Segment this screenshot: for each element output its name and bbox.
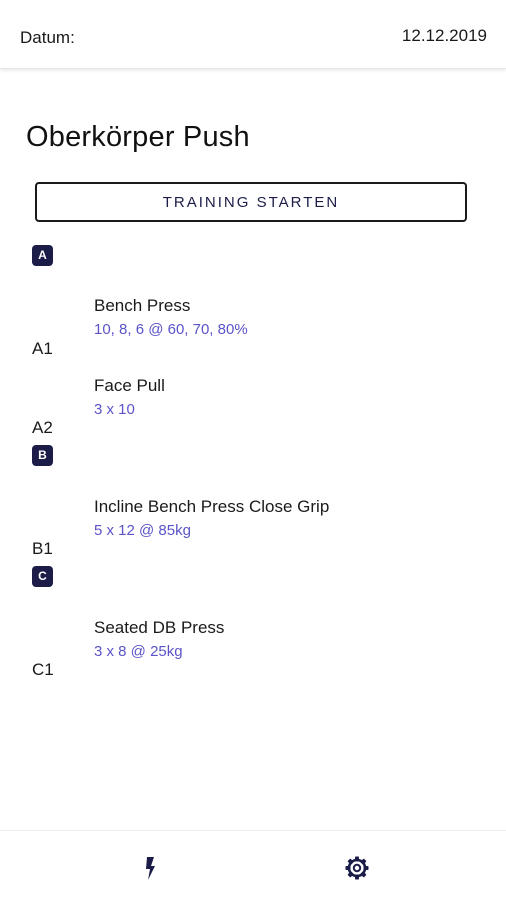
exercise-code-a2: A2	[32, 418, 53, 437]
group-badge-c: C	[32, 566, 53, 587]
exercise-name-a1[interactable]: Bench Press	[94, 296, 190, 316]
exercise-scheme-a1: 10, 8, 6 @ 60, 70, 80%	[94, 321, 248, 338]
exercise-name-a2[interactable]: Face Pull	[94, 376, 165, 396]
workout-title: Oberkörper Push	[26, 121, 250, 153]
group-badge-b: B	[32, 445, 53, 466]
start-training-button[interactable]: TRAINING STARTEN	[35, 182, 467, 222]
date-value[interactable]: 12.12.2019	[402, 26, 487, 46]
workout-screen: Datum: 12.12.2019 Oberkörper Push TRAINI…	[0, 0, 506, 900]
bottom-nav	[0, 830, 506, 900]
exercise-scheme-a2: 3 x 10	[94, 401, 135, 418]
lightning-icon[interactable]	[137, 855, 163, 881]
date-header: Datum: 12.12.2019	[0, 0, 506, 69]
date-label: Datum:	[20, 28, 75, 47]
exercise-code-b1: B1	[32, 539, 53, 558]
exercise-name-b1[interactable]: Incline Bench Press Close Grip	[94, 497, 329, 517]
group-badge-a: A	[32, 245, 53, 266]
exercise-scheme-b1: 5 x 12 @ 85kg	[94, 522, 191, 539]
exercise-code-a1: A1	[32, 339, 53, 358]
exercise-name-c1[interactable]: Seated DB Press	[94, 618, 224, 638]
gear-icon[interactable]	[344, 855, 370, 881]
exercise-scheme-c1: 3 x 8 @ 25kg	[94, 643, 183, 660]
exercise-code-c1: C1	[32, 660, 54, 679]
